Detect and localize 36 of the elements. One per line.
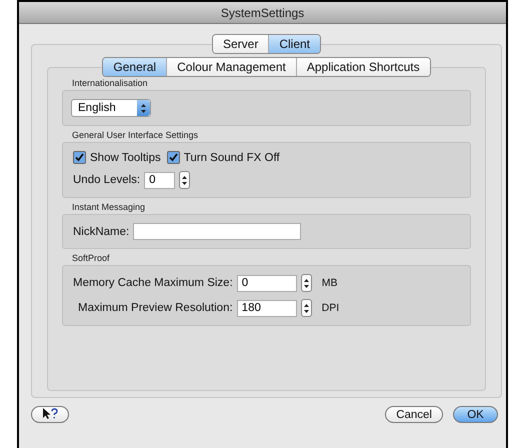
input-field[interactable] xyxy=(133,223,302,240)
number-field[interactable]: 0 xyxy=(144,172,176,188)
stepper-arrows-icon xyxy=(304,278,309,288)
language-popup[interactable]: English xyxy=(71,99,151,117)
group-title: SoftProof xyxy=(72,253,111,263)
group-title: Internationalisation xyxy=(72,78,149,88)
field-label: Maximum Preview Resolution: xyxy=(78,302,233,314)
window-title: SystemSettings xyxy=(220,6,304,20)
tab[interactable]: Colour Management xyxy=(166,58,296,76)
help-cursor-icon xyxy=(42,408,58,418)
field-label: Undo Levels: xyxy=(73,174,140,186)
unit-label: MB xyxy=(322,277,338,289)
checkbox[interactable] xyxy=(166,151,180,164)
stepper-control[interactable] xyxy=(179,171,190,189)
field-label: NickName: xyxy=(73,226,130,238)
stepper-arrows-icon xyxy=(182,176,188,184)
tab[interactable]: Client xyxy=(268,35,320,53)
tab[interactable]: General xyxy=(103,58,166,76)
tab[interactable]: Application Shortcuts xyxy=(296,58,430,76)
stepper-arrows-icon xyxy=(304,304,309,312)
ok-button[interactable]: OK xyxy=(453,406,498,423)
number-field[interactable]: 180 xyxy=(236,300,297,316)
checkbox-label: Turn Sound FX Off xyxy=(184,152,280,164)
checkbox-label: Show Tooltips xyxy=(90,152,161,164)
help-button[interactable] xyxy=(31,406,69,423)
group-title: General User Interface Settings xyxy=(72,130,200,140)
cancel-button[interactable]: Cancel xyxy=(385,406,443,423)
field-label: Memory Cache Maximum Size: xyxy=(73,277,233,289)
unit-label: DPI xyxy=(322,302,340,314)
stepper-control[interactable] xyxy=(300,299,312,317)
number-field[interactable]: 0 xyxy=(236,274,297,292)
tab[interactable]: Server xyxy=(212,35,268,53)
stepper-control[interactable] xyxy=(300,274,312,292)
group-title: Instant Messaging xyxy=(72,202,146,212)
stepper-arrows-icon xyxy=(141,104,146,112)
checkbox[interactable] xyxy=(73,151,86,164)
